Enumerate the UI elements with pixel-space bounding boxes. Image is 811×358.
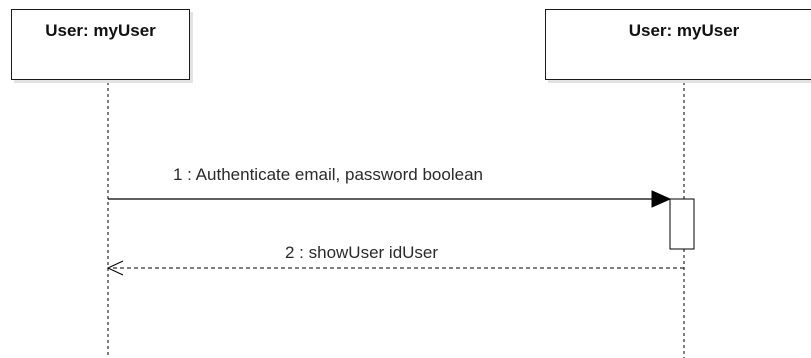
message-1-label: 1 : Authenticate email, password boolean [173, 165, 483, 184]
sequence-diagram: User: myUser User: myUser 1 : Authentica… [0, 0, 811, 358]
message-2-label: 2 : showUser idUser [285, 243, 439, 262]
activation-bar[interactable] [669, 198, 695, 250]
lifeline-title-left: User: myUser [45, 21, 156, 40]
message-1-arrowhead [651, 190, 672, 208]
lifeline-head-left[interactable]: User: myUser [11, 9, 190, 80]
lifeline-title-right: User: myUser [628, 21, 740, 40]
lifeline-head-right[interactable]: User: myUser [545, 9, 811, 80]
